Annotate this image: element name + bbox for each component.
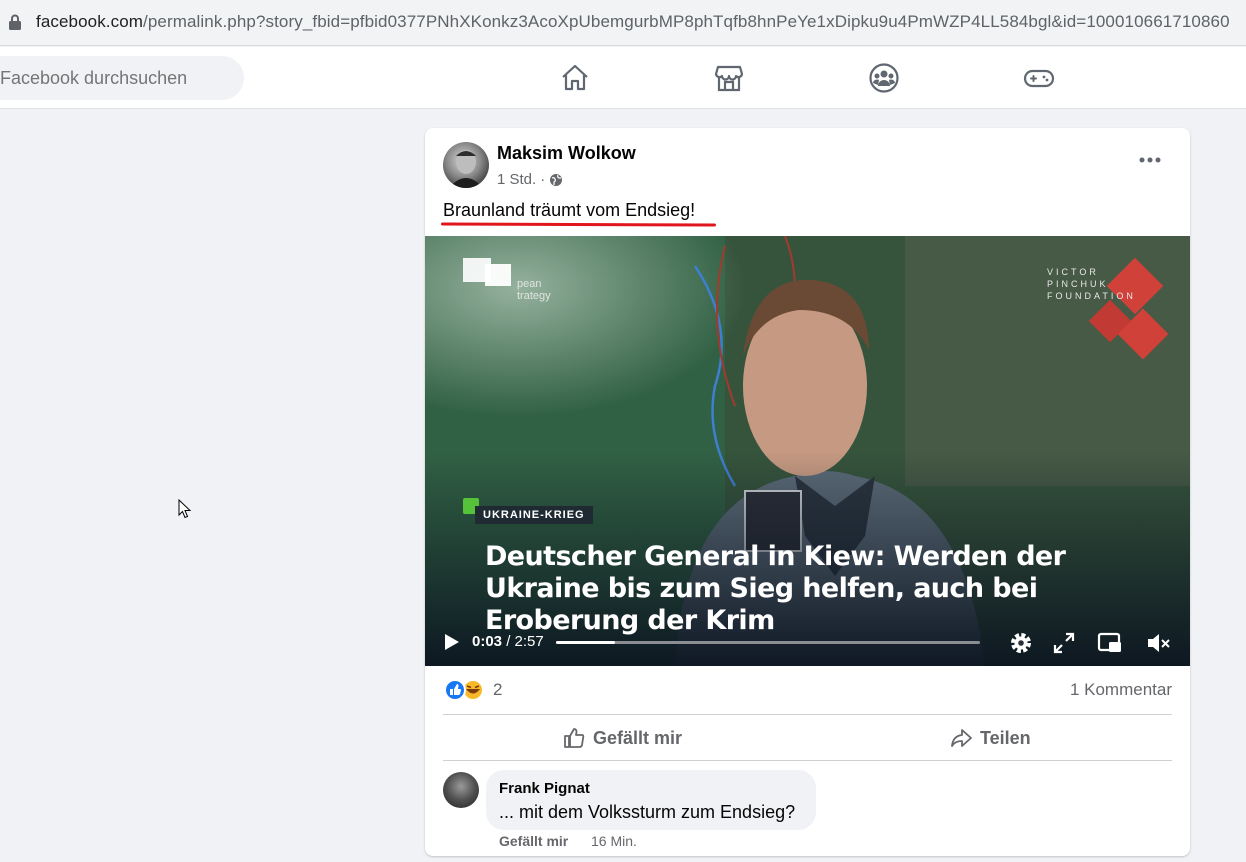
settings-gear-icon[interactable] [1008, 630, 1034, 656]
reaction-icons [444, 679, 484, 701]
video-time: 0:03 / 2:57 [472, 633, 544, 650]
comment-time[interactable]: 16 Min. [591, 833, 637, 849]
search-input[interactable] [0, 56, 244, 100]
video-headline: Deutscher General in Kiew: Werden der Uk… [485, 541, 1066, 636]
time-current: 0:03 [472, 633, 503, 650]
comment-count[interactable]: 1 Kommentar [1070, 680, 1172, 700]
red-underline-annotation [440, 222, 717, 227]
divider [443, 760, 1172, 761]
avatar-photo [449, 150, 483, 188]
url-path: /permalink.php?story_fbid=pfbid0377PNhXK… [143, 12, 1230, 31]
post-meta: 1 Std. · [497, 171, 563, 188]
like-label: Gefällt mir [593, 727, 683, 748]
globe-icon[interactable] [549, 173, 563, 187]
share-button[interactable]: Teilen [950, 720, 1031, 756]
meta-separator: · [540, 171, 546, 188]
thumbs-up-icon [564, 728, 585, 748]
marketplace-icon[interactable] [713, 62, 745, 94]
comment-text: ... mit dem Volkssturm zum Endsieg? [499, 802, 796, 822]
time-total: 2:57 [514, 633, 544, 650]
groups-icon[interactable] [868, 62, 900, 94]
mouse-cursor-icon [178, 499, 192, 519]
url-text[interactable]: facebook.com/permalink.php?story_fbid=pf… [36, 12, 1230, 32]
commenter-avatar[interactable] [443, 772, 479, 808]
comment-author[interactable]: Frank Pignat [499, 780, 590, 797]
video-badge: UKRAINE-KRIEG [475, 506, 593, 524]
video-player[interactable]: pean trategy Victor Pinchuk Foundation UKRA… [425, 236, 1190, 666]
facebook-header [0, 47, 1246, 109]
reaction-summary[interactable]: 2 [443, 678, 502, 702]
picture-in-picture-icon[interactable] [1097, 630, 1123, 656]
share-icon [951, 729, 972, 747]
yes-label: pean trategy [517, 278, 551, 302]
reaction-count: 2 [493, 680, 503, 699]
foundation-label: Victor Pinchuk Foundation [1047, 267, 1136, 301]
post-author-name[interactable]: Maksim Wolkow [497, 143, 636, 164]
home-icon[interactable] [559, 62, 591, 94]
post-text: Braunland träumt vom Endsieg! [443, 200, 696, 220]
author-avatar[interactable] [443, 142, 489, 188]
video-controls: 0:03 / 2:57 [425, 624, 1190, 660]
video-progress-fill [556, 641, 616, 644]
gaming-icon[interactable] [1023, 62, 1055, 94]
lock-icon [9, 14, 21, 30]
post-card: Maksim Wolkow 1 Std. · Braunland träumt … [425, 128, 1190, 856]
video-progress-bar[interactable] [556, 641, 980, 644]
comment-like-button[interactable]: Gefällt mir [499, 833, 568, 849]
time-separator: / [502, 633, 515, 650]
fullscreen-icon[interactable] [1051, 630, 1077, 656]
url-domain: facebook.com [36, 12, 144, 31]
rt-logo [463, 258, 511, 286]
share-label: Teilen [980, 727, 1031, 748]
divider [443, 714, 1172, 715]
like-button[interactable]: Gefällt mir [563, 720, 682, 756]
comment-bubble: Frank Pignat ... mit dem Volkssturm zum … [486, 770, 816, 830]
muted-volume-icon[interactable] [1145, 630, 1171, 656]
more-options-icon[interactable] [1132, 148, 1168, 172]
browser-url-bar[interactable]: facebook.com/permalink.php?story_fbid=pf… [0, 0, 1246, 46]
post-time[interactable]: 1 Std. [497, 171, 536, 188]
play-icon[interactable] [441, 632, 461, 652]
